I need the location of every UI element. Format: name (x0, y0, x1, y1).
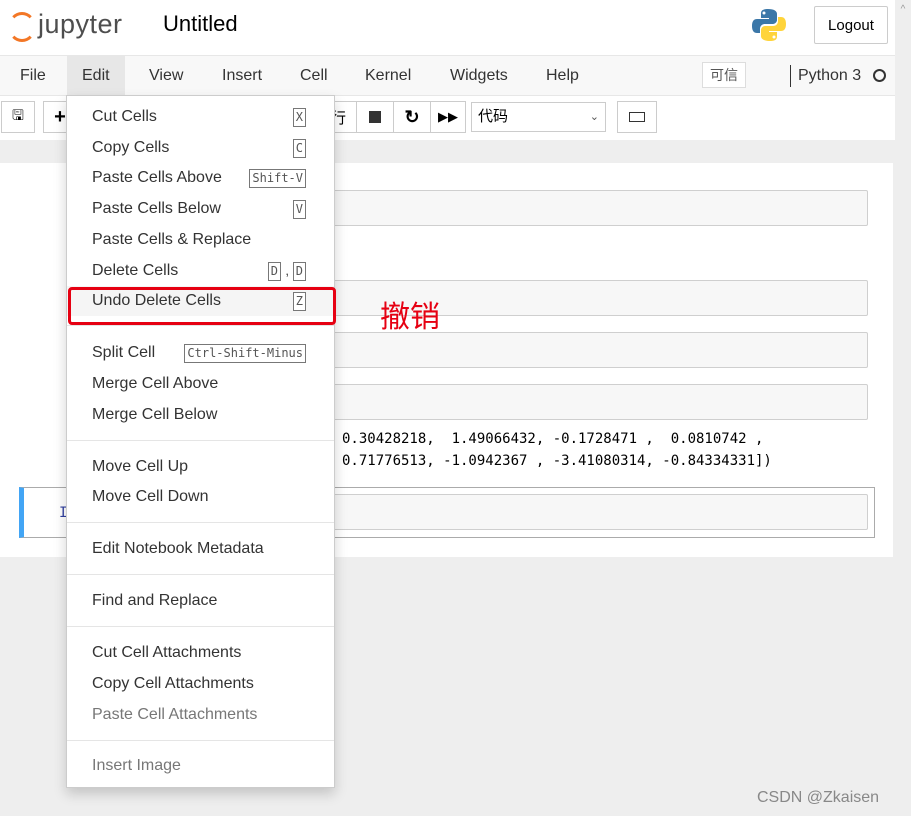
menubar: File Edit View Insert Cell Kernel Widget… (0, 55, 895, 96)
fast-forward-icon: ▶▶ (438, 109, 458, 124)
kernel-name: Python 3 (798, 67, 862, 84)
menu-item-move-cell-up[interactable]: Move Cell Up (67, 452, 334, 482)
kernel-idle-icon (873, 69, 886, 82)
divider (67, 325, 334, 326)
notebook-title[interactable]: Untitled (163, 11, 238, 37)
divider (67, 626, 334, 627)
shortcut: C (292, 139, 306, 158)
label: Delete Cells (92, 262, 179, 279)
watermark: CSDN @Zkaisen (757, 789, 880, 806)
cell-type-value: 代码 (478, 108, 509, 125)
divider (67, 574, 334, 575)
shortcut: D (267, 262, 281, 281)
shortcut: Shift-V (249, 169, 306, 188)
menu-item-paste-cell-attachments: Paste Cell Attachments (67, 700, 334, 730)
jupyter-logo[interactable]: jupyter (6, 8, 123, 42)
menu-item-paste-cells-above[interactable]: Paste Cells Above Shift-V (67, 163, 334, 193)
code-cell-input[interactable] (330, 332, 868, 368)
menu-item-cut-cells[interactable]: Cut Cells X (67, 102, 334, 132)
chevron-down-icon: ⌄ (589, 111, 599, 123)
menu-item-delete-cells[interactable]: Delete Cells D, D (67, 256, 334, 286)
label: Move Cell Down (92, 488, 209, 505)
menu-item-paste-cells-replace[interactable]: Paste Cells & Replace (67, 225, 334, 255)
header: jupyter Untitled Logout (0, 0, 895, 56)
menu-help[interactable]: Help (531, 56, 594, 95)
label: Cut Cell Attachments (92, 644, 242, 661)
scrollbar[interactable]: ^ (895, 0, 911, 816)
menu-view[interactable]: View (134, 56, 198, 95)
label: Move Cell Up (92, 458, 189, 475)
shortcut: Ctrl-Shift-Minus (184, 344, 306, 363)
label: Cut Cells (92, 108, 157, 125)
shortcut-separator: , (285, 263, 289, 278)
label: Paste Cells & Replace (92, 231, 252, 248)
jupyter-logo-icon (6, 8, 36, 42)
interrupt-button[interactable] (356, 101, 394, 133)
label: Edit Notebook Metadata (92, 540, 264, 557)
label: Find and Replace (92, 592, 218, 609)
logo-text: jupyter (38, 8, 123, 39)
label: Copy Cell Attachments (92, 675, 254, 692)
command-palette-button[interactable] (617, 101, 657, 133)
menu-item-merge-cell-above[interactable]: Merge Cell Above (67, 369, 334, 399)
edit-menu-dropdown: Cut Cells X Copy Cells C Paste Cells Above… (66, 95, 335, 788)
label: Merge Cell Above (92, 375, 219, 392)
shortcut: D (292, 262, 306, 281)
menu-kernel[interactable]: Kernel (350, 56, 426, 95)
menu-item-cut-cell-attachments[interactable]: Cut Cell Attachments (67, 638, 334, 668)
code-cell-input[interactable] (330, 384, 868, 420)
save-icon: 🖫 (12, 107, 24, 123)
menu-cell[interactable]: Cell (285, 56, 343, 95)
restart-run-all-button[interactable]: ▶▶ (430, 101, 466, 133)
shortcut: V (292, 200, 306, 219)
logout-button[interactable]: Logout (814, 6, 888, 44)
annotation-text: 撤销 (380, 301, 440, 334)
menu-insert[interactable]: Insert (207, 56, 277, 95)
shortcut: X (292, 108, 306, 127)
divider (67, 522, 334, 523)
save-button[interactable]: 🖫 (1, 101, 35, 133)
menu-item-merge-cell-below[interactable]: Merge Cell Below (67, 400, 334, 430)
menu-widgets[interactable]: Widgets (435, 56, 523, 95)
menu-item-edit-notebook-metadata[interactable]: Edit Notebook Metadata (67, 534, 334, 564)
restart-icon: ↻ (404, 106, 420, 127)
stop-icon (369, 111, 381, 123)
scroll-up-icon[interactable]: ^ (895, 4, 911, 15)
annotation-highlight-box (68, 287, 336, 325)
label: Paste Cells Below (92, 200, 221, 217)
label: Split Cell (92, 344, 156, 361)
label: Insert Image (92, 757, 181, 774)
cell-output-line: 0.71776513, -1.0942367 , -3.41080314, -0… (342, 453, 772, 469)
divider (67, 440, 334, 441)
menu-file[interactable]: File (5, 56, 61, 95)
label: Copy Cells (92, 139, 170, 156)
trusted-button[interactable]: 可信 (702, 62, 746, 88)
cell-output-line: 0.30428218, 1.49066432, -0.1728471 , 0.0… (342, 431, 764, 447)
menu-item-find-and-replace[interactable]: Find and Replace (67, 586, 334, 616)
menu-item-insert-image: Insert Image (67, 751, 334, 781)
menu-item-copy-cell-attachments[interactable]: Copy Cell Attachments (67, 669, 334, 699)
label: Paste Cells Above (92, 169, 222, 186)
menu-item-paste-cells-below[interactable]: Paste Cells Below V (67, 194, 334, 224)
divider (67, 740, 334, 741)
label: Paste Cell Attachments (92, 706, 258, 723)
code-cell-input[interactable] (330, 494, 868, 530)
label: Merge Cell Below (92, 406, 218, 423)
keyboard-icon (629, 112, 645, 122)
plus-icon: + (54, 105, 66, 128)
menu-item-split-cell[interactable]: Split Cell Ctrl-Shift-Minus (67, 338, 334, 368)
menu-item-move-cell-down[interactable]: Move Cell Down (67, 482, 334, 512)
python-logo-icon (752, 9, 786, 41)
restart-button[interactable]: ↻ (393, 101, 431, 133)
menu-item-copy-cells[interactable]: Copy Cells C (67, 133, 334, 163)
menu-edit[interactable]: Edit (67, 56, 125, 95)
code-cell-input[interactable] (330, 190, 868, 226)
cell-type-select[interactable]: 代码 ⌄ (471, 102, 606, 132)
